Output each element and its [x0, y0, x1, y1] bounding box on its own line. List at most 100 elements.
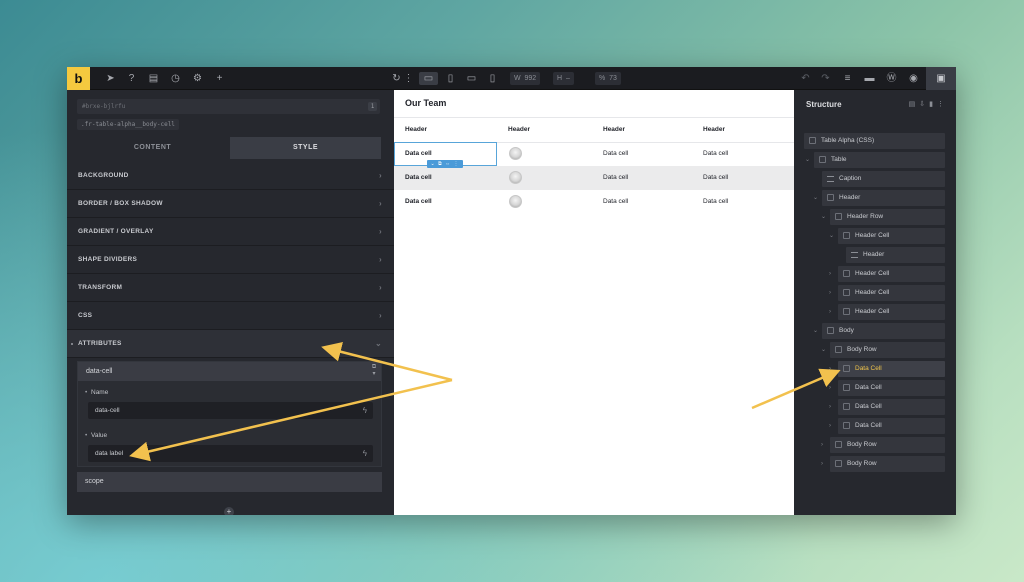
desktop-device-icon[interactable]: ▭ [419, 72, 438, 85]
structure-node[interactable]: Header [846, 247, 945, 263]
structure-node[interactable]: Header Cell [838, 304, 945, 320]
table-data-cell[interactable]: Data cell [603, 150, 628, 157]
save-icon[interactable]: ▣ [926, 67, 956, 90]
structure-node[interactable]: Body [822, 323, 945, 339]
table-data-cell[interactable]: Data cell [703, 198, 728, 205]
active-dot [71, 343, 73, 345]
avatar[interactable] [509, 147, 522, 160]
expand-chevron-icon[interactable]: › [829, 285, 831, 301]
history-icon[interactable]: ◷ [169, 72, 182, 85]
expand-chevron-icon[interactable]: › [829, 380, 831, 396]
table-data-cell[interactable]: Data cell [405, 198, 432, 205]
table-data-cell[interactable]: Data cell [703, 174, 728, 181]
collapse-chevron-icon[interactable]: ⌄ [805, 152, 810, 168]
expand-chevron-icon[interactable]: › [821, 456, 823, 472]
section-attributes[interactable]: ATTRIBUTES ⌄ [67, 330, 394, 358]
structure-node[interactable]: Header Cell [838, 228, 945, 244]
pointer-icon[interactable]: ➤ [104, 72, 117, 85]
collapse-chevron-icon[interactable]: ⌄ [813, 190, 818, 206]
structure-node[interactable]: Data Cell [838, 418, 945, 434]
avatar[interactable] [509, 195, 522, 208]
section-transform[interactable]: TRANSFORM › [67, 274, 394, 302]
structure-node[interactable]: Header Cell [838, 266, 945, 282]
pages-icon[interactable]: ▤ [147, 72, 160, 85]
collapse-chevron-icon[interactable]: ⌄ [813, 323, 818, 339]
table-header-cell[interactable]: Header [703, 126, 725, 133]
mobile-icon[interactable]: ▯ [486, 72, 499, 85]
name-input[interactable]: data-cell ϟ [88, 402, 373, 419]
tab-style[interactable]: STYLE [230, 137, 381, 159]
width-field[interactable]: W 992 [510, 72, 541, 85]
section-border-box-shadow[interactable]: BORDER / BOX SHADOW › [67, 190, 394, 218]
dynamic-data-icon[interactable]: ϟ [363, 445, 367, 462]
table-data-cell[interactable]: Data cell [703, 150, 728, 157]
help-icon[interactable]: ? [125, 72, 138, 85]
css-class-chip[interactable]: .fr-table-alpha__body-cell [77, 119, 179, 130]
add-attribute-icon[interactable]: + [224, 507, 234, 515]
collapse-chevron-icon[interactable]: ⌄ [821, 209, 826, 225]
table-header-cell[interactable]: Header [405, 126, 427, 133]
preview-eye-icon[interactable]: ◉ [907, 72, 920, 85]
collapse-chevron-icon[interactable]: ⌄ [829, 228, 834, 244]
section-shape-dividers[interactable]: SHAPE DIVIDERS › [67, 246, 394, 274]
element-icon [835, 441, 842, 448]
structure-list-icon[interactable]: ≡ [841, 72, 854, 85]
value-input[interactable]: data label ϟ [88, 445, 373, 462]
structure-node-active[interactable]: Data Cell [838, 361, 945, 377]
expand-chevron-icon[interactable]: › [821, 437, 823, 453]
zoom-field[interactable]: % 73 [595, 72, 621, 85]
tablet-landscape-icon[interactable]: ▭ [465, 72, 478, 85]
chevron-right-icon: › [379, 283, 382, 292]
wordpress-icon[interactable]: Ⓦ [885, 72, 898, 85]
expand-chevron-icon[interactable]: › [829, 361, 831, 377]
attribute-header[interactable]: data-cell ⧉ ▾ [78, 362, 381, 381]
chevron-right-icon: › [379, 199, 382, 208]
avatar[interactable] [509, 171, 522, 184]
structure-node[interactable]: Body Row [830, 342, 945, 358]
divider [394, 117, 794, 118]
collapse-chevron-icon[interactable]: ⌄ [821, 342, 826, 358]
add-element-icon[interactable]: + [213, 72, 226, 85]
expand-chevron-icon[interactable]: › [829, 266, 831, 282]
folder-icon[interactable]: ▬ [863, 72, 876, 85]
undo-icon[interactable]: ↶ [799, 72, 812, 85]
table-caption[interactable]: Our Team [405, 98, 446, 108]
redo-icon[interactable]: ↷ [819, 72, 832, 85]
section-css[interactable]: CSS › [67, 302, 394, 330]
attribute-controls-icon[interactable]: ⧉ ▾ [370, 364, 378, 378]
structure-node[interactable]: Header [822, 190, 945, 206]
tab-content[interactable]: CONTENT [77, 137, 228, 159]
bricks-logo[interactable]: b [67, 67, 90, 90]
section-background[interactable]: BACKGROUND › [67, 162, 394, 190]
expand-chevron-icon[interactable]: › [829, 399, 831, 415]
structure-node[interactable]: Table [814, 152, 945, 168]
element-action-toolbar[interactable]: ⌄ ⧉ ⇔ ⋮ [427, 160, 463, 168]
table-row [394, 166, 794, 190]
expand-chevron-icon[interactable]: › [829, 304, 831, 320]
structure-node[interactable]: Caption [822, 171, 945, 187]
structure-node[interactable]: Body Row [830, 456, 945, 472]
dynamic-data-icon[interactable]: ϟ [363, 402, 367, 419]
structure-node[interactable]: Header Row [830, 209, 945, 225]
structure-node[interactable]: Body Row [830, 437, 945, 453]
structure-node[interactable]: Header Cell [838, 285, 945, 301]
settings-gear-icon[interactable]: ⚙ [191, 72, 204, 85]
section-gradient-overlay[interactable]: GRADIENT / OVERLAY › [67, 218, 394, 246]
table-data-cell[interactable]: Data cell [603, 174, 628, 181]
more-vertical-icon[interactable]: ⋮ [402, 72, 415, 85]
tablet-portrait-icon[interactable]: ▯ [444, 72, 457, 85]
attribute-scope[interactable]: scope [77, 472, 382, 492]
structure-node[interactable]: Data Cell [838, 399, 945, 415]
expand-chevron-icon[interactable]: › [829, 418, 831, 434]
element-icon [843, 403, 850, 410]
id-count-badge: 1 [368, 102, 377, 111]
structure-node[interactable]: Data Cell [838, 380, 945, 396]
structure-tools[interactable]: ▤⇩▮⋮ [909, 100, 948, 108]
table-data-cell[interactable]: Data cell [603, 198, 628, 205]
height-field[interactable]: H – [553, 72, 574, 85]
table-data-cell[interactable]: Data cell [405, 174, 432, 181]
table-header-cell[interactable]: Header [603, 126, 625, 133]
structure-node[interactable]: Table Alpha (CSS) [804, 133, 945, 149]
table-header-cell[interactable]: Header [508, 126, 530, 133]
element-id-field[interactable]: #brxe-bjlrfu 1 [77, 99, 380, 114]
